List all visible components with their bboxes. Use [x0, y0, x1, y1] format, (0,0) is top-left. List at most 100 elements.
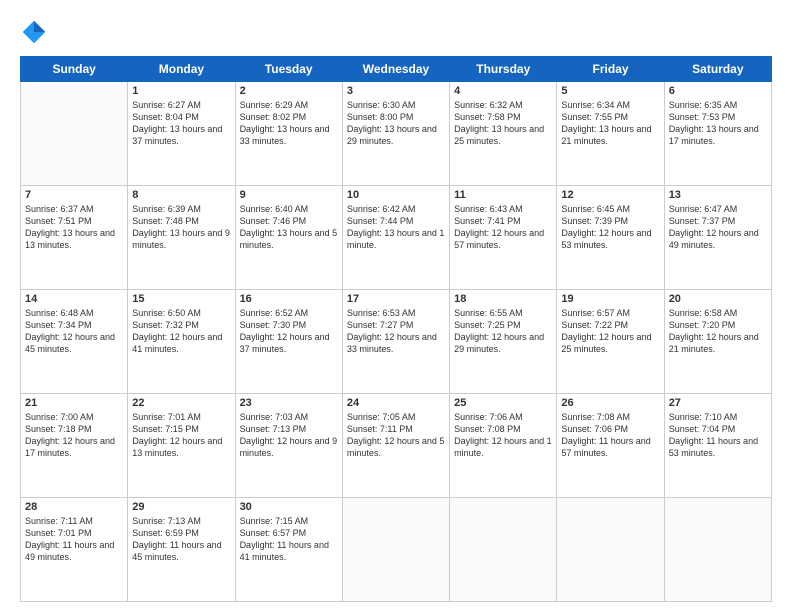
- cell-info: Sunrise: 6:53 AMSunset: 7:27 PMDaylight:…: [347, 307, 445, 356]
- cell-info: Sunrise: 6:45 AMSunset: 7:39 PMDaylight:…: [561, 203, 659, 252]
- cell-info: Sunrise: 6:47 AMSunset: 7:37 PMDaylight:…: [669, 203, 767, 252]
- header: [20, 18, 772, 46]
- cell-date-number: 16: [240, 293, 338, 305]
- calendar-cell: 8Sunrise: 6:39 AMSunset: 7:48 PMDaylight…: [128, 186, 235, 290]
- cell-info: Sunrise: 7:06 AMSunset: 7:08 PMDaylight:…: [454, 411, 552, 460]
- cell-date-number: 24: [347, 397, 445, 409]
- calendar-cell: 30Sunrise: 7:15 AMSunset: 6:57 PMDayligh…: [235, 498, 342, 602]
- calendar-cell: 7 Sunrise: 6:37 AMSunset: 7:51 PMDaylight…: [21, 186, 128, 290]
- calendar-cell: 22Sunrise: 7:01 AMSunset: 7:15 PMDayligh…: [128, 394, 235, 498]
- cell-date-number: 3: [347, 85, 445, 97]
- cell-date-number: 27: [669, 397, 767, 409]
- calendar-week-row: 1 Sunrise: 6:27 AMSunset: 8:04 PMDaylight…: [21, 82, 772, 186]
- calendar-cell: 11 Sunrise: 6:43 AMSunset: 7:41 PMDayligh…: [450, 186, 557, 290]
- cell-info: Sunrise: 6:39 AMSunset: 7:48 PMDaylight:…: [132, 203, 230, 252]
- calendar-cell: [21, 82, 128, 186]
- calendar-cell: 27 Sunrise: 7:10 AMSunset: 7:04 PMDayligh…: [664, 394, 771, 498]
- calendar-cell: 4 Sunrise: 6:32 AMSunset: 7:58 PMDaylight…: [450, 82, 557, 186]
- cell-date-number: 11: [454, 189, 552, 201]
- cell-info: Sunrise: 6:43 AMSunset: 7:41 PMDaylight:…: [454, 203, 552, 252]
- calendar-cell: 5Sunrise: 6:34 AMSunset: 7:55 PMDaylight…: [557, 82, 664, 186]
- cell-date-number: 15: [132, 293, 230, 305]
- cell-info: Sunrise: 6:29 AMSunset: 8:02 PMDaylight:…: [240, 99, 338, 148]
- day-header: Sunday: [21, 57, 128, 82]
- calendar-week-row: 28 Sunrise: 7:11 AMSunset: 7:01 PMDayligh…: [21, 498, 772, 602]
- cell-date-number: 30: [240, 501, 338, 513]
- calendar-cell: 6 Sunrise: 6:35 AMSunset: 7:53 PMDaylight…: [664, 82, 771, 186]
- cell-info: Sunrise: 6:32 AMSunset: 7:58 PMDaylight:…: [454, 99, 552, 148]
- calendar-header-row: SundayMondayTuesdayWednesdayThursdayFrid…: [21, 57, 772, 82]
- cell-info: Sunrise: 7:03 AMSunset: 7:13 PMDaylight:…: [240, 411, 338, 460]
- calendar-cell: 25 Sunrise: 7:06 AMSunset: 7:08 PMDayligh…: [450, 394, 557, 498]
- calendar-cell: 21 Sunrise: 7:00 AMSunset: 7:18 PMDayligh…: [21, 394, 128, 498]
- cell-date-number: 25: [454, 397, 552, 409]
- calendar-cell: 17 Sunrise: 6:53 AMSunset: 7:27 PMDayligh…: [342, 290, 449, 394]
- calendar-cell: 26 Sunrise: 7:08 AMSunset: 7:06 PMDayligh…: [557, 394, 664, 498]
- cell-info: Sunrise: 6:35 AMSunset: 7:53 PMDaylight:…: [669, 99, 767, 148]
- calendar-cell: [342, 498, 449, 602]
- cell-info: Sunrise: 7:00 AMSunset: 7:18 PMDaylight:…: [25, 411, 123, 460]
- cell-info: Sunrise: 6:57 AMSunset: 7:22 PMDaylight:…: [561, 307, 659, 356]
- cell-date-number: 12: [561, 189, 659, 201]
- calendar-cell: 29 Sunrise: 7:13 AMSunset: 6:59 PMDayligh…: [128, 498, 235, 602]
- cell-date-number: 6: [669, 85, 767, 97]
- cell-date-number: 19: [561, 293, 659, 305]
- cell-date-number: 18: [454, 293, 552, 305]
- calendar-cell: 13 Sunrise: 6:47 AMSunset: 7:37 PMDayligh…: [664, 186, 771, 290]
- cell-date-number: 2: [240, 85, 338, 97]
- cell-info: Sunrise: 7:13 AMSunset: 6:59 PMDaylight:…: [132, 515, 230, 564]
- calendar-cell: 12 Sunrise: 6:45 AMSunset: 7:39 PMDayligh…: [557, 186, 664, 290]
- logo-icon: [20, 18, 48, 46]
- cell-info: Sunrise: 6:55 AMSunset: 7:25 PMDaylight:…: [454, 307, 552, 356]
- logo: [20, 18, 52, 46]
- calendar-cell: [450, 498, 557, 602]
- day-header: Tuesday: [235, 57, 342, 82]
- cell-info: Sunrise: 6:50 AMSunset: 7:32 PMDaylight:…: [132, 307, 230, 356]
- day-header: Friday: [557, 57, 664, 82]
- calendar-table: SundayMondayTuesdayWednesdayThursdayFrid…: [20, 56, 772, 602]
- calendar-cell: 24 Sunrise: 7:05 AMSunset: 7:11 PMDayligh…: [342, 394, 449, 498]
- cell-info: Sunrise: 6:27 AMSunset: 8:04 PMDaylight:…: [132, 99, 230, 148]
- calendar-week-row: 14 Sunrise: 6:48 AMSunset: 7:34 PMDayligh…: [21, 290, 772, 394]
- day-header: Saturday: [664, 57, 771, 82]
- cell-info: Sunrise: 7:11 AMSunset: 7:01 PMDaylight:…: [25, 515, 123, 564]
- cell-info: Sunrise: 6:52 AMSunset: 7:30 PMDaylight:…: [240, 307, 338, 356]
- calendar-cell: 15 Sunrise: 6:50 AMSunset: 7:32 PMDayligh…: [128, 290, 235, 394]
- cell-info: Sunrise: 7:05 AMSunset: 7:11 PMDaylight:…: [347, 411, 445, 460]
- cell-date-number: 26: [561, 397, 659, 409]
- cell-date-number: 17: [347, 293, 445, 305]
- cell-date-number: 29: [132, 501, 230, 513]
- cell-info: Sunrise: 7:08 AMSunset: 7:06 PMDaylight:…: [561, 411, 659, 460]
- cell-info: Sunrise: 6:42 AMSunset: 7:44 PMDaylight:…: [347, 203, 445, 252]
- cell-info: Sunrise: 7:01 AMSunset: 7:15 PMDaylight:…: [132, 411, 230, 460]
- calendar-cell: 23Sunrise: 7:03 AMSunset: 7:13 PMDayligh…: [235, 394, 342, 498]
- day-header: Wednesday: [342, 57, 449, 82]
- cell-date-number: 4: [454, 85, 552, 97]
- calendar-cell: 2 Sunrise: 6:29 AMSunset: 8:02 PMDaylight…: [235, 82, 342, 186]
- cell-date-number: 5: [561, 85, 659, 97]
- cell-date-number: 21: [25, 397, 123, 409]
- calendar-cell: 20Sunrise: 6:58 AMSunset: 7:20 PMDayligh…: [664, 290, 771, 394]
- cell-info: Sunrise: 6:58 AMSunset: 7:20 PMDaylight:…: [669, 307, 767, 356]
- calendar-cell: 9Sunrise: 6:40 AMSunset: 7:46 PMDaylight…: [235, 186, 342, 290]
- calendar-cell: [664, 498, 771, 602]
- calendar-cell: 10 Sunrise: 6:42 AMSunset: 7:44 PMDayligh…: [342, 186, 449, 290]
- cell-info: Sunrise: 7:10 AMSunset: 7:04 PMDaylight:…: [669, 411, 767, 460]
- calendar-cell: 19 Sunrise: 6:57 AMSunset: 7:22 PMDayligh…: [557, 290, 664, 394]
- calendar-cell: 16 Sunrise: 6:52 AMSunset: 7:30 PMDayligh…: [235, 290, 342, 394]
- cell-info: Sunrise: 6:40 AMSunset: 7:46 PMDaylight:…: [240, 203, 338, 252]
- calendar-cell: [557, 498, 664, 602]
- cell-date-number: 14: [25, 293, 123, 305]
- cell-date-number: 1: [132, 85, 230, 97]
- cell-date-number: 10: [347, 189, 445, 201]
- calendar-cell: 14 Sunrise: 6:48 AMSunset: 7:34 PMDayligh…: [21, 290, 128, 394]
- cell-info: Sunrise: 6:48 AMSunset: 7:34 PMDaylight:…: [25, 307, 123, 356]
- calendar-cell: 28 Sunrise: 7:11 AMSunset: 7:01 PMDayligh…: [21, 498, 128, 602]
- page: SundayMondayTuesdayWednesdayThursdayFrid…: [0, 0, 792, 612]
- cell-date-number: 13: [669, 189, 767, 201]
- cell-date-number: 28: [25, 501, 123, 513]
- cell-date-number: 7: [25, 189, 123, 201]
- calendar-week-row: 21 Sunrise: 7:00 AMSunset: 7:18 PMDayligh…: [21, 394, 772, 498]
- cell-info: Sunrise: 6:37 AMSunset: 7:51 PMDaylight:…: [25, 203, 123, 252]
- day-header: Monday: [128, 57, 235, 82]
